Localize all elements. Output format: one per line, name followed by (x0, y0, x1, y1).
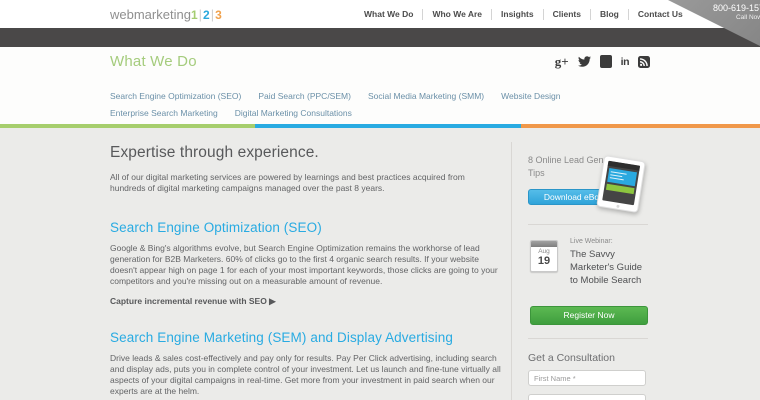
section-cta-seo[interactable]: Capture incremental revenue with SEO ▶ (110, 296, 502, 307)
call-now-label: Call Now (735, 14, 760, 21)
ebook-tablet-image (596, 155, 646, 213)
page: webmarketing1|2|3 What We Do Who We Are … (0, 0, 760, 400)
phone-number: 800-619-157 (712, 3, 760, 13)
header: webmarketing1|2|3 What We Do Who We Are … (0, 0, 760, 28)
brand-word: webmarketing (110, 7, 191, 22)
subnav-row-2: Enterprise Search Marketing Digital Mark… (110, 108, 352, 118)
intro-body: All of our digital marketing services ar… (110, 172, 465, 193)
tricolor-orange (520, 124, 760, 128)
subnav-seo[interactable]: Search Engine Optimization (SEO) (110, 91, 241, 101)
consultation-title: Get a Consultation (528, 352, 615, 364)
intro-title: Expertise through experience. (110, 144, 319, 161)
subnav-paid-search[interactable]: Paid Search (PPC/SEM) (258, 91, 351, 101)
last-name-input[interactable] (528, 394, 646, 400)
facebook-icon[interactable]: f (599, 55, 612, 68)
register-now-button[interactable]: Register Now (530, 306, 648, 325)
section-body-seo: Google & Bing's algorithms evolve, but S… (110, 243, 498, 286)
nav-item-who-we-are[interactable]: Who We Are (423, 9, 491, 19)
brand-digit-2: 2 (203, 8, 210, 22)
dark-divider-bar (0, 28, 760, 47)
rss-icon[interactable] (638, 55, 650, 68)
calendar-month: Aug (538, 248, 550, 255)
brand-logo[interactable]: webmarketing1|2|3 (110, 7, 222, 22)
ebook-title: 8 Online Lead Gen Tips (528, 155, 604, 178)
brand-digit-1: 1 (190, 8, 198, 22)
section-title-sem[interactable]: Search Engine Marketing (SEM) and Displa… (110, 330, 502, 345)
main-content: Expertise through experience. All of our… (110, 128, 502, 400)
subnav-social-media[interactable]: Social Media Marketing (SMM) (368, 91, 484, 101)
section-title-seo[interactable]: Search Engine Optimization (SEO) (110, 220, 502, 235)
nav-item-insights[interactable]: Insights (492, 9, 543, 19)
nav-item-blog[interactable]: Blog (591, 9, 628, 19)
brand-digit-3: 3 (215, 8, 222, 22)
nav-item-what-we-do[interactable]: What We Do (355, 9, 422, 19)
twitter-icon[interactable] (577, 55, 591, 68)
first-name-input[interactable] (528, 370, 646, 386)
vertical-divider (511, 142, 512, 400)
subnav-enterprise-search[interactable]: Enterprise Search Marketing (110, 108, 218, 118)
section-body-sem: Drive leads & sales cost-effectively and… (110, 353, 501, 396)
section-band: What We Do g+ f in Search Engine Optimiz… (0, 47, 760, 124)
nav-item-clients[interactable]: Clients (544, 9, 590, 19)
subnav-digital-consultations[interactable]: Digital Marketing Consultations (235, 108, 352, 118)
tablet-home-button (615, 204, 620, 208)
sidebar-divider (528, 224, 648, 225)
google-plus-icon[interactable]: g+ (555, 54, 569, 69)
calendar-icon: Aug 19 (530, 240, 558, 272)
nav-item-contact-us[interactable]: Contact Us (629, 9, 692, 19)
sidebar-divider (528, 338, 648, 339)
linkedin-icon[interactable]: in (621, 55, 630, 68)
top-nav: What We Do Who We Are Insights Clients B… (355, 0, 692, 28)
webinar-title: The Savvy Marketer's Guide to Mobile Sea… (570, 249, 643, 286)
social-links: g+ f in (555, 54, 650, 69)
calendar-day: 19 (537, 255, 551, 267)
webinar-label: Live Webinar: (570, 238, 613, 245)
tablet-screen (602, 160, 641, 206)
calendar-top-bar (531, 241, 557, 247)
page-title: What We Do (110, 53, 197, 70)
subnav-row-1: Search Engine Optimization (SEO) Paid Se… (110, 91, 561, 101)
subnav-website-design[interactable]: Website Design (501, 91, 560, 101)
